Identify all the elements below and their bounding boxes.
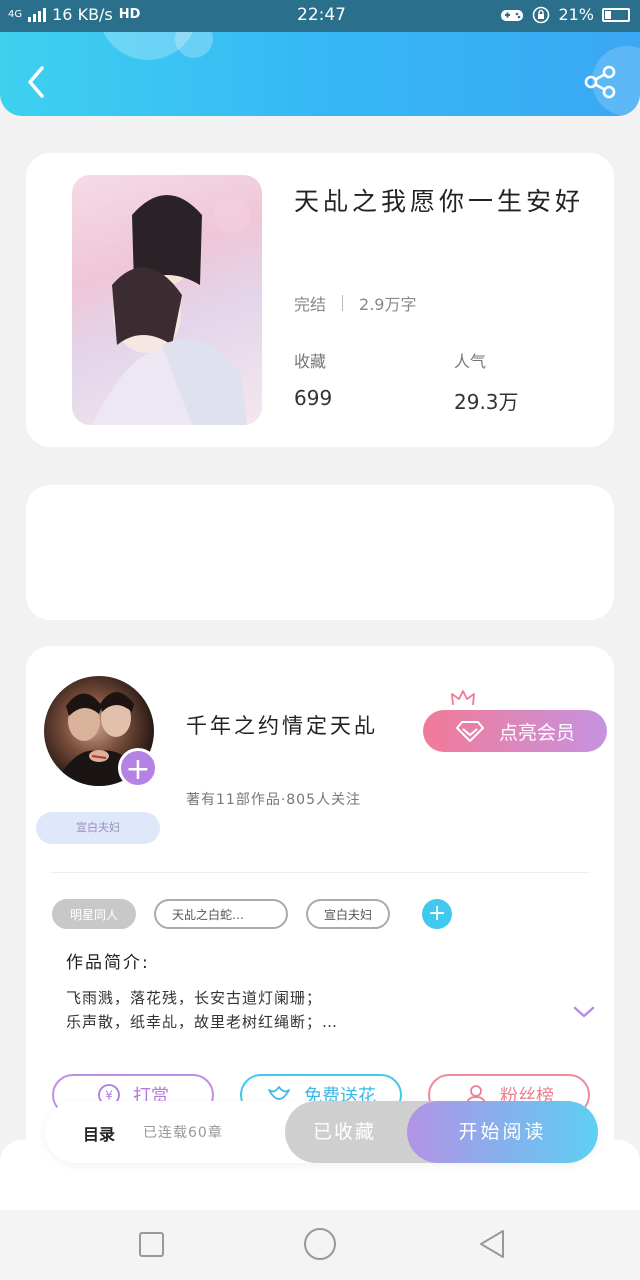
favorites-value: 699	[294, 386, 333, 410]
clock: 22:47	[297, 5, 346, 25]
start-reading-button[interactable]: 开始阅读	[407, 1101, 598, 1163]
vip-button-label: 点亮会员	[498, 721, 575, 744]
network-speed: 16 KB/s	[52, 5, 113, 24]
bottom-action-bar: 目录 已连载60章 已收藏 开始阅读	[45, 1101, 598, 1163]
author-name[interactable]: 千年之约情定天乩	[186, 710, 378, 740]
network-type: 4G	[8, 9, 23, 20]
diamond-icon	[455, 721, 484, 742]
book-info-card: 天乩之我愿你一生安好 完结 2.9万字 收藏 699 人气 29.3万	[26, 153, 614, 447]
system-nav-bar	[0, 1210, 640, 1280]
share-icon[interactable]	[582, 64, 618, 100]
follow-author-button[interactable]: +	[118, 748, 158, 788]
battery-icon	[602, 7, 630, 22]
lock-rotation-icon	[533, 6, 550, 23]
tag-chip[interactable]: 宣白夫妇	[306, 899, 391, 929]
battery-percent: 21%	[558, 5, 594, 24]
author-meta: 著有11部作品·805人关注	[186, 792, 361, 808]
recent-apps-icon[interactable]	[139, 1232, 164, 1257]
book-title: 天乩之我愿你一生安好	[294, 187, 585, 216]
toc-button[interactable]: 目录	[83, 1121, 115, 1145]
gamepad-icon	[501, 9, 524, 21]
vip-button[interactable]: 点亮会员	[423, 710, 607, 752]
back-triangle-icon[interactable]	[478, 1228, 506, 1260]
status-bar: 4G 16 KB/s HD 22:47 21%	[0, 0, 640, 32]
popularity-label: 人气	[454, 352, 487, 371]
crown-icon	[451, 690, 475, 706]
favorites-label: 收藏	[294, 352, 327, 371]
tag-chip[interactable]: 天乩之白蛇…	[154, 899, 289, 929]
intro-text: 飞雨溅，落花残，长安古道灯阑珊； 乐声散，纸幸乩，故里老树红绳断；…	[66, 986, 536, 1034]
meta-divider	[342, 295, 344, 311]
hd-call-icon: HD	[118, 7, 141, 22]
serial-status: 已连载60章	[143, 1125, 223, 1141]
expand-chevron-icon[interactable]	[572, 1004, 596, 1020]
popularity-stat: 人气 29.3万	[454, 348, 519, 415]
header-bar: 4G 16 KB/s HD 22:47 21%	[0, 0, 640, 116]
add-tag-button[interactable]: +	[422, 899, 453, 929]
book-status: 完结	[294, 295, 327, 314]
tag-chip[interactable]: 明星同人	[52, 899, 137, 929]
book-meta: 完结 2.9万字	[294, 291, 416, 315]
tag-list: 明星同人 天乩之白蛇… 宣白夫妇 +	[52, 899, 453, 929]
back-chevron-icon[interactable]	[22, 62, 52, 102]
author-tag-badge: 宣白夫妇	[36, 812, 160, 844]
favorites-stat: 收藏 699	[294, 348, 332, 410]
intro-line: 飞雨溅，落花残，长安古道灯阑珊；	[66, 989, 323, 1007]
blank-card	[26, 485, 614, 620]
book-cover-image[interactable]	[72, 175, 262, 425]
intro-line: 乐声散，纸幸乩，故里老树红绳断；…	[66, 1013, 339, 1031]
divider	[50, 872, 590, 873]
popularity-value: 29.3万	[454, 390, 519, 414]
home-icon[interactable]	[304, 1228, 336, 1260]
signal-icon	[28, 7, 47, 22]
cover-illustration	[83, 195, 250, 425]
intro-label: 作品简介:	[66, 953, 150, 973]
book-word-count: 2.9万字	[359, 295, 417, 314]
